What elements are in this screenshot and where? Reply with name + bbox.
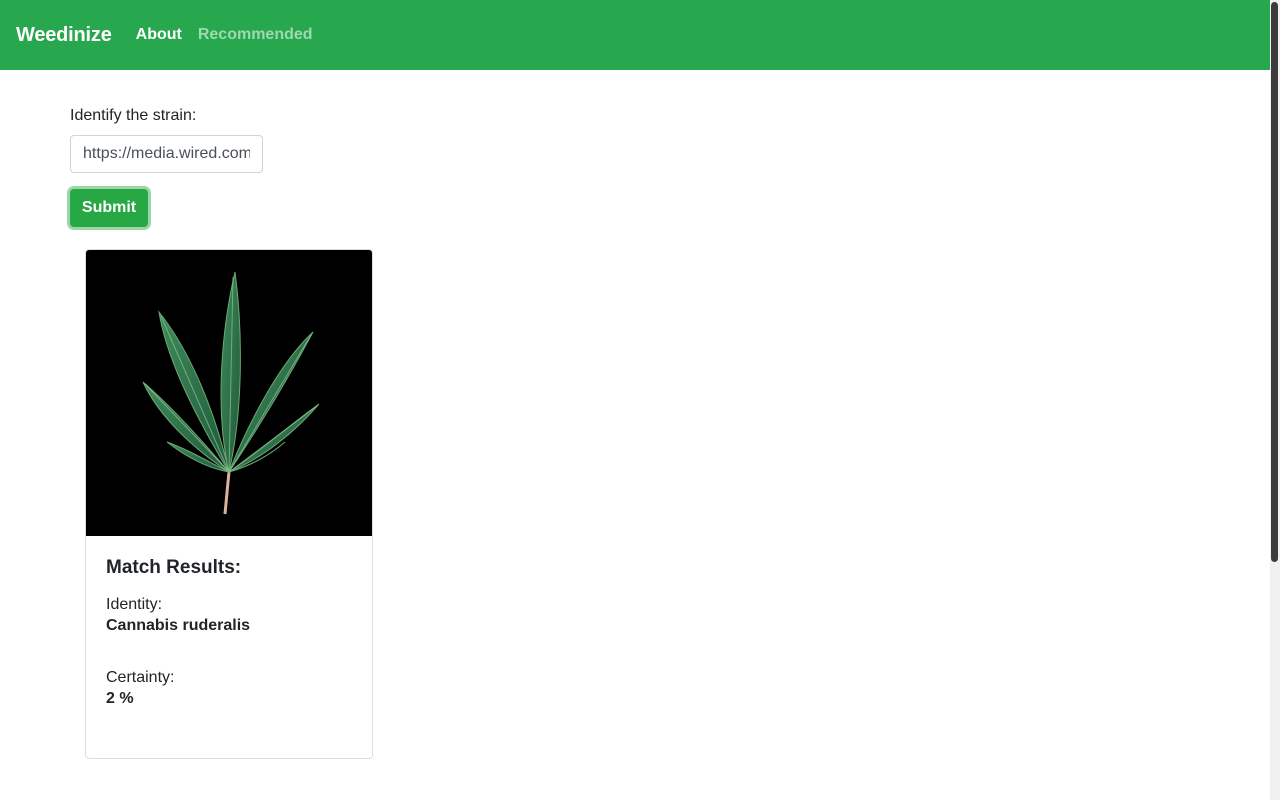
match-results-title: Match Results: bbox=[106, 557, 242, 578]
strain-url-label: Identify the strain: bbox=[70, 107, 197, 124]
certainty-value: 2 % bbox=[106, 690, 134, 707]
identity-label: Identity: bbox=[106, 596, 163, 613]
strain-image bbox=[86, 250, 372, 536]
strain-url-input[interactable] bbox=[70, 135, 263, 173]
identity-value: Cannabis ruderalis bbox=[106, 617, 251, 634]
result-card: Match Results: Identity: Cannabis rudera… bbox=[85, 249, 373, 759]
cannabis-leaf-icon bbox=[142, 271, 320, 515]
nav-link-about[interactable]: About bbox=[136, 26, 182, 44]
brand-logo[interactable]: Weedinize bbox=[16, 24, 112, 47]
nav-link-recommended[interactable]: Recommended bbox=[198, 26, 313, 44]
submit-button[interactable]: Submit bbox=[70, 189, 148, 227]
top-navbar: Weedinize About Recommended bbox=[0, 0, 1270, 70]
certainty-label: Certainty: bbox=[106, 669, 175, 686]
scrollbar-thumb[interactable] bbox=[1271, 2, 1278, 562]
